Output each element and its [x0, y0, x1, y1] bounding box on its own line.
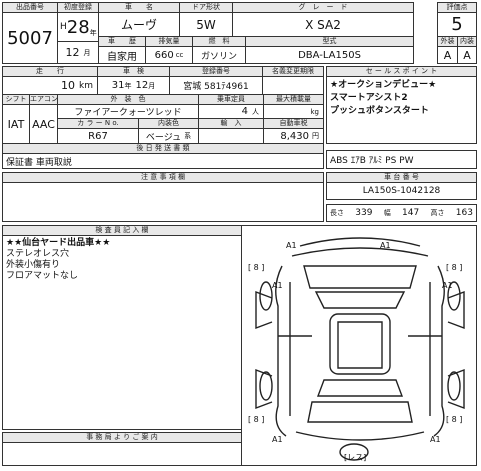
tax: 8,430 円	[263, 128, 324, 144]
sales-point-line-1: ★オークションデビュー★	[330, 80, 437, 90]
interior-grade: A	[457, 46, 477, 64]
cc-value: 660	[154, 49, 174, 61]
mileage-value: 10	[61, 79, 76, 92]
length-value: 339	[355, 208, 373, 218]
displacement: 660 cc	[145, 46, 193, 64]
exterior-color: ファイアークォーツレッド	[57, 104, 199, 119]
tax-unit: 円	[312, 132, 319, 140]
car-outline-diagram: A1 A1 A1 A1 A1 A1 [ 8 ] [ 8 ] [ 8 ] [ 8 …	[248, 237, 465, 462]
mileage: 10 km	[2, 76, 98, 95]
inspection-month-unit: 月	[148, 81, 156, 90]
lot-number: 5007	[2, 12, 58, 64]
inspector-notes: ★★仙台ヤード出品車★★ ステレオレス穴 外装小傷有り フロアマットなし	[2, 235, 242, 430]
damage-mark-front-right: A1	[380, 241, 391, 250]
inspector-line-2: ステレオレス穴	[6, 249, 70, 259]
max-load: kg	[263, 104, 324, 119]
year-unit: 年	[89, 29, 97, 37]
inspection-year: 31	[111, 80, 125, 91]
model-code: DBA-LA150S	[245, 46, 414, 64]
year-value: 28	[66, 16, 90, 38]
fuel: ガソリン	[192, 46, 246, 64]
inspection-expiry: 31 年 12 月	[97, 76, 170, 95]
chassis-number: LA150S-1042128	[326, 182, 477, 200]
damage-mark-left-front: A1	[272, 281, 283, 290]
width-label: 幅	[383, 209, 391, 217]
documents: 保証書 車両取説	[2, 153, 324, 169]
inspection-year-unit: 年	[124, 81, 132, 90]
use: 自家用	[98, 46, 146, 64]
first-registration-month: 12 月	[57, 41, 99, 64]
damage-diagram: A1 A1 A1 A1 A1 A1 [ 8 ] [ 8 ] [ 8 ] [ 8 …	[241, 225, 477, 466]
capacity: 4 人	[198, 104, 264, 119]
damage-mark-front-left: A1	[286, 241, 297, 250]
spare-tire-label: [レス]	[344, 453, 366, 462]
height-label: 高さ	[430, 209, 445, 217]
capacity-value: 4	[241, 106, 248, 117]
tire-tread-front-left: [ 8 ]	[248, 263, 264, 272]
car-name: ムーヴ	[98, 12, 180, 37]
equipment-options: ABS ｴｱB ｱﾙﾐ PS PW	[326, 150, 477, 169]
first-registration-year: H 28 年	[57, 12, 99, 42]
sales-point-box: ★オークションデビュー★ スマートアシスト2 プッシュボタンスタート	[326, 76, 477, 144]
length-label: 長さ	[330, 209, 344, 217]
import	[198, 128, 264, 144]
cc-unit: cc	[175, 51, 184, 59]
shift: IAT	[2, 104, 30, 144]
inspector-line-4: フロアマットなし	[6, 271, 79, 281]
score: 5	[437, 12, 477, 37]
capacity-unit: 人	[252, 107, 259, 116]
interior-color-value: ベージュ	[145, 132, 182, 143]
inspector-line-3: 外装小傷有り	[6, 260, 61, 270]
color-number: R67	[57, 128, 139, 144]
interior-color-unit: 系	[184, 132, 192, 140]
inspection-month: 12	[135, 80, 149, 91]
exterior-grade: A	[437, 46, 458, 64]
office-area	[2, 442, 242, 466]
tire-tread-rear-right: [ 8 ]	[446, 415, 462, 424]
year-era: H	[60, 22, 67, 32]
tax-value: 8,430	[280, 130, 309, 142]
interior-color: ベージュ 系	[138, 128, 199, 144]
sales-point-line-3: プッシュボタンスタート	[330, 106, 429, 116]
grade: X SA2	[232, 12, 414, 37]
dimensions: 長さ 339 幅 147 高さ 163	[326, 204, 477, 222]
plate-number: 宮城 581ﾃ4961	[169, 76, 263, 95]
month-unit: 月	[83, 48, 91, 57]
notes-area	[2, 182, 324, 222]
air-conditioner: AAC	[29, 104, 58, 144]
max-load-unit: kg	[310, 107, 320, 116]
tire-tread-front-right: [ 8 ]	[446, 263, 462, 272]
ownership-deadline	[262, 76, 324, 95]
sales-point-line-2: スマートアシスト2	[330, 93, 408, 103]
mileage-unit: km	[79, 80, 93, 91]
height-value: 163	[455, 208, 473, 218]
damage-mark-rear-right: A1	[430, 435, 441, 444]
tire-tread-rear-left: [ 8 ]	[248, 415, 264, 424]
inspector-line-1: ★★仙台ヤード出品車★★	[6, 238, 111, 248]
month-value: 12	[65, 46, 80, 59]
door-type: 5W	[179, 12, 233, 37]
damage-mark-rear-left: A1	[272, 435, 283, 444]
damage-mark-right-front: A1	[442, 281, 453, 290]
width-value: 147	[402, 208, 420, 218]
